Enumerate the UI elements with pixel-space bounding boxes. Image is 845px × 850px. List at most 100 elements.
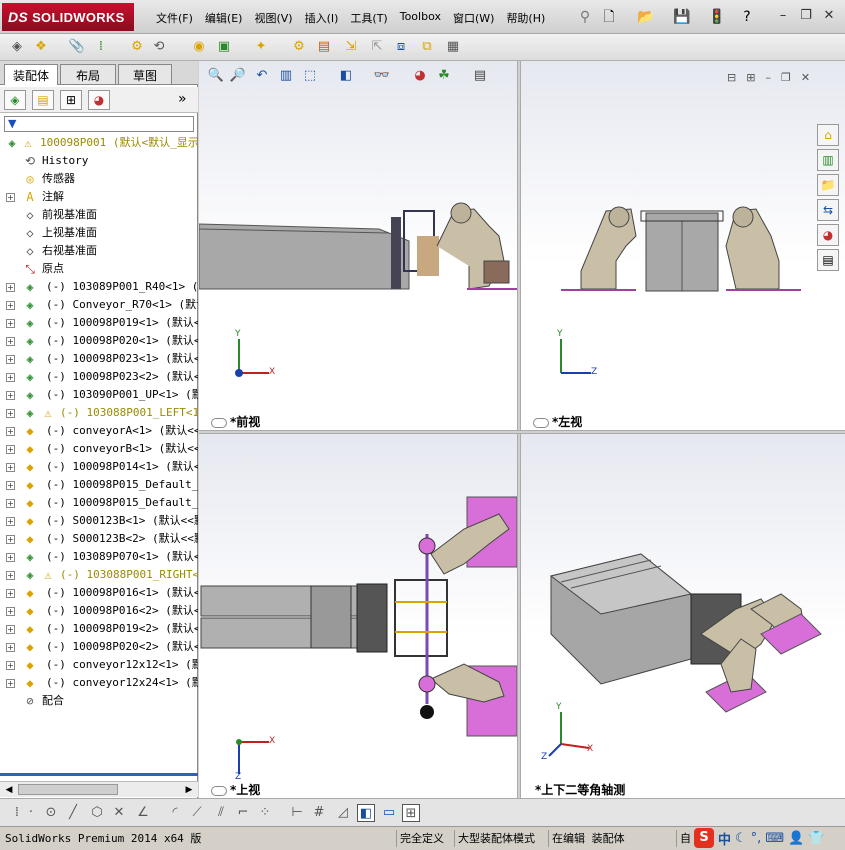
display-manager-icon[interactable]: ◕ bbox=[88, 90, 110, 110]
ime-punctuation-icon[interactable]: °, bbox=[751, 831, 762, 846]
menu-view[interactable]: 视图(V) bbox=[248, 8, 298, 28]
new-document-icon[interactable]: 🗋 bbox=[600, 8, 618, 26]
menu-toolbox[interactable]: Toolbox bbox=[394, 8, 447, 28]
offset-icon[interactable]: ⫽ bbox=[212, 804, 230, 822]
show-hidden-icon[interactable]: ◉ bbox=[190, 38, 208, 56]
expand-icon[interactable]: + bbox=[6, 607, 15, 616]
view-orientation-icon[interactable]: ⬚ bbox=[301, 67, 319, 85]
expand-icon[interactable]: + bbox=[6, 391, 15, 400]
viewport-restore-icon[interactable]: ❐ bbox=[781, 71, 801, 84]
viewport-top[interactable]: X Z *上视 bbox=[199, 434, 517, 798]
menu-window[interactable]: 窗口(W) bbox=[447, 8, 500, 28]
open-folder-icon[interactable]: 📂 bbox=[637, 8, 655, 26]
expand-icon[interactable]: + bbox=[6, 553, 15, 562]
ime-settings-icon[interactable]: 👕 bbox=[808, 831, 824, 846]
explode-line-sketch-icon[interactable]: ⇱ bbox=[368, 38, 386, 56]
viewport-front[interactable]: Y X *前视 bbox=[199, 61, 517, 430]
trim-icon[interactable]: ✕ bbox=[110, 804, 128, 822]
expand-icon[interactable]: + bbox=[6, 571, 15, 580]
polygon-icon[interactable]: ⬡ bbox=[88, 804, 106, 822]
ime-keyboard-icon[interactable]: ⌨ bbox=[765, 831, 784, 846]
ime-moon-icon[interactable]: ☾ bbox=[735, 831, 747, 846]
expand-icon[interactable]: + bbox=[6, 373, 15, 382]
property-manager-icon[interactable]: ▤ bbox=[32, 90, 54, 110]
expand-icon[interactable]: + bbox=[6, 463, 15, 472]
zoom-to-area-icon[interactable]: 🔎 bbox=[229, 67, 247, 85]
collapse-panel-icon[interactable]: » bbox=[178, 91, 187, 107]
bill-of-materials-icon[interactable]: ▤ bbox=[315, 38, 333, 56]
tab-assembly[interactable]: 装配体 bbox=[4, 64, 59, 85]
section-view-icon[interactable]: ▥ bbox=[277, 67, 295, 85]
smart-fasteners-icon[interactable]: ⚙ bbox=[128, 38, 146, 56]
expand-icon[interactable]: + bbox=[6, 499, 15, 508]
view-settings-icon[interactable]: ▤ bbox=[471, 67, 489, 85]
expand-icon[interactable]: + bbox=[6, 301, 15, 310]
ime-user-icon[interactable]: 👤 bbox=[788, 831, 804, 846]
design-library-icon[interactable]: ▥ bbox=[817, 149, 839, 171]
tile-vertical-icon[interactable]: ⊞ bbox=[746, 71, 765, 84]
expand-icon[interactable]: + bbox=[6, 481, 15, 490]
angle-icon[interactable]: ∠ bbox=[134, 804, 152, 822]
menu-file[interactable]: 文件(F) bbox=[150, 8, 199, 28]
scroll-thumb[interactable] bbox=[18, 784, 118, 795]
previous-view-icon[interactable]: ↶ bbox=[253, 67, 271, 85]
insert-component-icon[interactable]: ❖ bbox=[32, 38, 50, 56]
point-icon[interactable]: · bbox=[22, 804, 40, 822]
scroll-right-icon[interactable]: ▶ bbox=[182, 783, 196, 797]
new-motion-study-icon[interactable]: ⚙ bbox=[290, 38, 308, 56]
tile-horizontal-icon[interactable]: ⊟ bbox=[727, 71, 746, 84]
appearances-icon[interactable]: ◕ bbox=[817, 224, 839, 246]
tab-sketch[interactable]: 草图 bbox=[118, 64, 172, 84]
assembly-features-icon[interactable]: ▣ bbox=[215, 38, 233, 56]
save-icon[interactable]: 💾 bbox=[673, 8, 691, 26]
viewport-close-icon[interactable]: ✕ bbox=[801, 71, 820, 84]
interference-detection-icon[interactable]: ⧈ bbox=[392, 38, 410, 56]
viewport-isometric[interactable]: Y X Z *上下二等角轴测 bbox=[521, 434, 845, 798]
display-style-icon[interactable]: ◧ bbox=[337, 67, 355, 85]
grid-icon[interactable]: # bbox=[310, 804, 328, 822]
move-component-icon[interactable]: ⟲ bbox=[150, 38, 168, 56]
expand-icon[interactable]: + bbox=[6, 517, 15, 526]
four-view-icon[interactable]: ⊞ bbox=[402, 804, 420, 822]
menu-tools[interactable]: 工具(T) bbox=[344, 8, 393, 28]
clearance-verification-icon[interactable]: ⧉ bbox=[418, 38, 436, 56]
viewport-horizontal-splitter[interactable] bbox=[199, 430, 845, 434]
expand-icon[interactable]: + bbox=[6, 193, 15, 202]
expand-icon[interactable]: + bbox=[6, 625, 15, 634]
smart-dimension-icon[interactable]: ⊢ bbox=[288, 804, 306, 822]
assembly-component-icon[interactable]: ◈ bbox=[8, 38, 26, 56]
expand-icon[interactable]: + bbox=[6, 643, 15, 652]
reference-geometry-icon[interactable]: ✦ bbox=[252, 38, 270, 56]
zoom-to-fit-icon[interactable]: 🔍 bbox=[207, 67, 225, 85]
linear-pattern-icon[interactable]: ⁞ bbox=[92, 38, 110, 56]
sketch-fillet-icon[interactable]: ◜ bbox=[166, 804, 184, 822]
menu-insert[interactable]: 插入(I) bbox=[299, 8, 345, 28]
filter-field[interactable]: ▼ bbox=[4, 116, 194, 132]
viewport-minimize-icon[interactable]: – bbox=[765, 71, 781, 84]
configuration-manager-icon[interactable]: ⊞ bbox=[60, 90, 82, 110]
file-explorer-icon[interactable]: 📁 bbox=[817, 174, 839, 196]
scroll-left-icon[interactable]: ◀ bbox=[2, 783, 16, 797]
pin-icon[interactable]: ⚲ bbox=[576, 8, 594, 26]
minimize-icon[interactable]: – bbox=[775, 8, 791, 24]
expand-icon[interactable]: + bbox=[6, 337, 15, 346]
panel-divider[interactable] bbox=[0, 773, 198, 776]
close-icon[interactable]: ✕ bbox=[821, 8, 837, 24]
expand-icon[interactable]: + bbox=[6, 535, 15, 544]
ime-language[interactable]: 中 bbox=[718, 829, 731, 848]
extend-icon[interactable]: ⟋ bbox=[188, 804, 206, 822]
single-view-icon[interactable]: ▭ bbox=[380, 804, 398, 822]
expand-icon[interactable]: + bbox=[6, 283, 15, 292]
feature-manager-tree-icon[interactable]: ◈ bbox=[4, 90, 26, 110]
expand-icon[interactable]: + bbox=[6, 661, 15, 670]
view-palette-icon[interactable]: ⇆ bbox=[817, 199, 839, 221]
circle-icon[interactable]: ⊙ bbox=[42, 804, 60, 822]
solidworks-resources-icon[interactable]: ⌂ bbox=[817, 124, 839, 146]
line-icon[interactable]: ╱ bbox=[64, 804, 82, 822]
tree-horizontal-scrollbar[interactable]: ◀ ▶ bbox=[0, 781, 198, 797]
expand-icon[interactable]: + bbox=[6, 409, 15, 418]
custom-properties-icon[interactable]: ▤ bbox=[817, 249, 839, 271]
mate-paperclip-icon[interactable]: 📎 bbox=[68, 38, 86, 56]
restore-icon[interactable]: ❐ bbox=[798, 8, 814, 24]
expand-icon[interactable]: + bbox=[6, 355, 15, 364]
